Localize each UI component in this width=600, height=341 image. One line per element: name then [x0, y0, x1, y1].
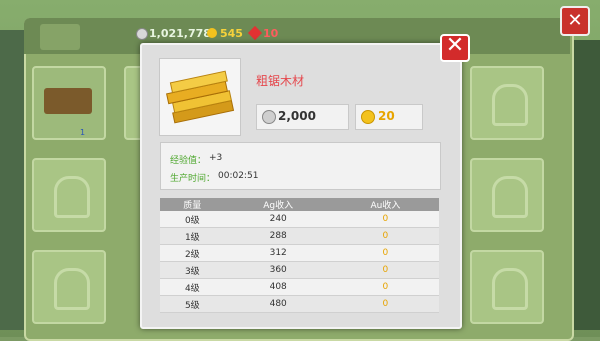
table-row: 5级 480 0 — [160, 295, 439, 313]
lock-icon — [492, 268, 528, 310]
time-value: 00:02:51 — [218, 171, 259, 181]
right-sidebar — [570, 40, 600, 330]
table-row: 2级 312 0 — [160, 244, 439, 262]
au-income: 0 — [331, 227, 439, 245]
ag-income: 312 — [224, 244, 332, 262]
inventory-slot-7[interactable] — [470, 250, 544, 324]
quality-level: 3级 — [160, 261, 225, 279]
silver-price: 2,000 — [278, 109, 316, 123]
lumber-icon — [166, 70, 235, 124]
panel-close-button[interactable]: ✕ — [560, 6, 590, 36]
inventory-slot-6[interactable] — [32, 250, 106, 324]
inventory-slot-4[interactable] — [32, 158, 106, 232]
silver-coin-icon — [262, 110, 276, 124]
exp-label: 经验值： — [170, 156, 207, 166]
table-header-row: 质量 Ag收入 Au收入 — [160, 198, 439, 211]
close-button[interactable]: ✕ — [440, 33, 470, 62]
au-income: 0 — [331, 211, 439, 228]
gold-coin-icon — [207, 28, 217, 38]
silver-amount: 1,021,778 — [149, 27, 211, 40]
exp-value: +3 — [209, 153, 223, 163]
silver-price-box: 2,000 — [256, 104, 349, 130]
time-label: 生产时间： — [170, 174, 216, 184]
wood-category-tab[interactable] — [40, 24, 80, 50]
close-icon: ✕ — [445, 33, 465, 58]
lock-icon — [54, 268, 90, 310]
inventory-slot-wood[interactable]: 1 — [32, 66, 106, 140]
table-row: 1级 288 0 — [160, 227, 439, 245]
quality-level: 1级 — [160, 227, 225, 245]
quality-level: 2级 — [160, 244, 225, 262]
ag-income: 360 — [224, 261, 332, 279]
lock-icon — [492, 176, 528, 218]
slot-count-a: 1 — [80, 128, 86, 137]
gold-amount: 545 — [220, 27, 243, 40]
header-au-income: Au收入 — [331, 198, 439, 211]
ag-income: 240 — [224, 211, 332, 228]
au-income: 0 — [331, 278, 439, 296]
lock-icon — [54, 176, 90, 218]
item-image-frame — [159, 58, 241, 136]
gold-coin-icon — [361, 110, 375, 124]
table-row: 0级 240 0 — [160, 211, 439, 228]
lock-icon — [492, 84, 528, 126]
ag-income: 480 — [224, 295, 332, 313]
left-sidebar — [0, 30, 24, 330]
gems-amount: 10 — [263, 27, 279, 40]
inventory-slot-3[interactable] — [470, 66, 544, 140]
gold-price-box: 20 — [355, 104, 423, 130]
plank-stack-icon — [44, 88, 92, 114]
item-name: 粗锯木材 — [256, 74, 305, 88]
ag-income: 288 — [224, 227, 332, 245]
table-row: 3级 360 0 — [160, 261, 439, 279]
au-income: 0 — [331, 261, 439, 279]
quality-level: 0级 — [160, 211, 225, 228]
gold-price: 20 — [378, 109, 395, 123]
ag-income: 408 — [224, 278, 332, 296]
production-info-box: 经验值： +3 生产时间： 00:02:51 — [160, 142, 441, 190]
inventory-slot-5[interactable] — [470, 158, 544, 232]
table-row: 4级 408 0 — [160, 278, 439, 296]
quality-income-table: 质量 Ag收入 Au收入 0级 240 0 1级 288 0 2级 312 0 … — [160, 198, 439, 313]
silver-coin-icon — [136, 28, 148, 40]
quality-level: 4级 — [160, 278, 225, 296]
quality-level: 5级 — [160, 295, 225, 313]
header-ag-income: Ag收入 — [224, 198, 332, 211]
header-quality: 质量 — [160, 198, 225, 211]
au-income: 0 — [331, 244, 439, 262]
au-income: 0 — [331, 295, 439, 313]
